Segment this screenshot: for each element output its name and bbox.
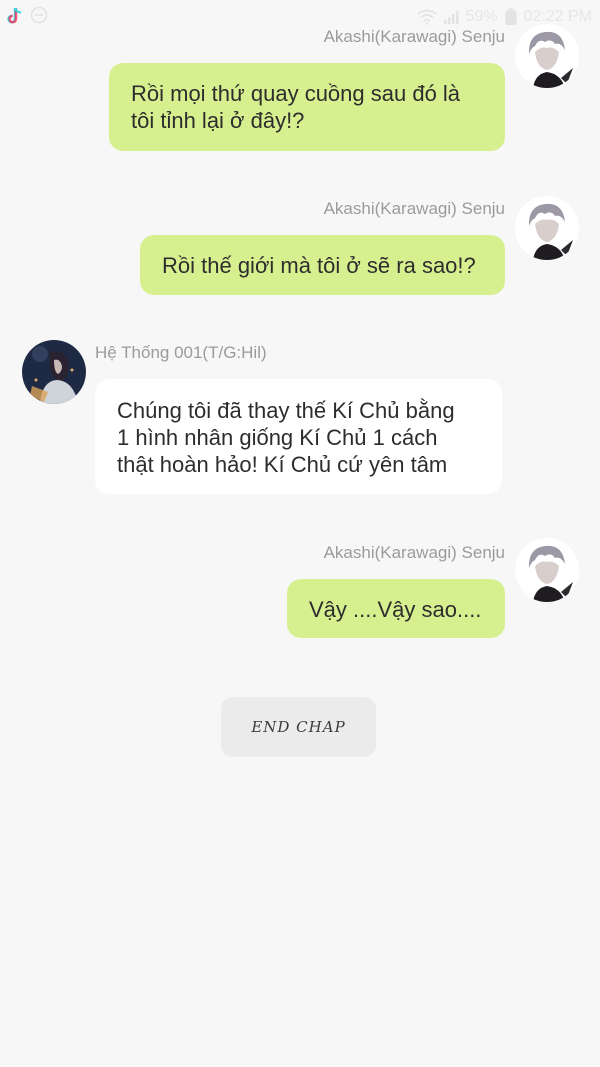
end-chap-label: END CHAP (221, 697, 376, 757)
sender-name: Akashi(Karawagi) Senju (323, 543, 505, 562)
status-bar: 59% 02:22 PM (0, 0, 600, 34)
message-bubble: Rồi mọi thứ quay cuồng sau đó là tôi tỉn… (109, 63, 505, 151)
signal-icon (443, 9, 459, 25)
sender-name: Akashi(Karawagi) Senju (323, 199, 505, 218)
battery-level: 59% (465, 8, 498, 25)
avatar[interactable] (22, 340, 86, 404)
avatar[interactable] (515, 538, 579, 602)
wifi-icon (417, 9, 438, 25)
message-bubble: Rồi thế giới mà tôi ở sẽ ra sao!? (140, 235, 505, 295)
clock: 02:22 PM (523, 8, 592, 25)
sender-name: Akashi(Karawagi) Senju (323, 27, 505, 46)
message-bubble: Chúng tôi đã thay thế Kí Chủ bằng 1 hình… (95, 379, 502, 494)
sender-name: Hệ Thống 001(T/G:Hil) (95, 343, 267, 362)
tiktok-icon (6, 6, 24, 31)
minus-circle-icon (30, 6, 48, 31)
message-bubble: Vậy ....Vậy sao.... (287, 579, 505, 638)
avatar[interactable] (515, 196, 579, 260)
battery-icon (504, 8, 518, 26)
avatar[interactable] (515, 24, 579, 88)
